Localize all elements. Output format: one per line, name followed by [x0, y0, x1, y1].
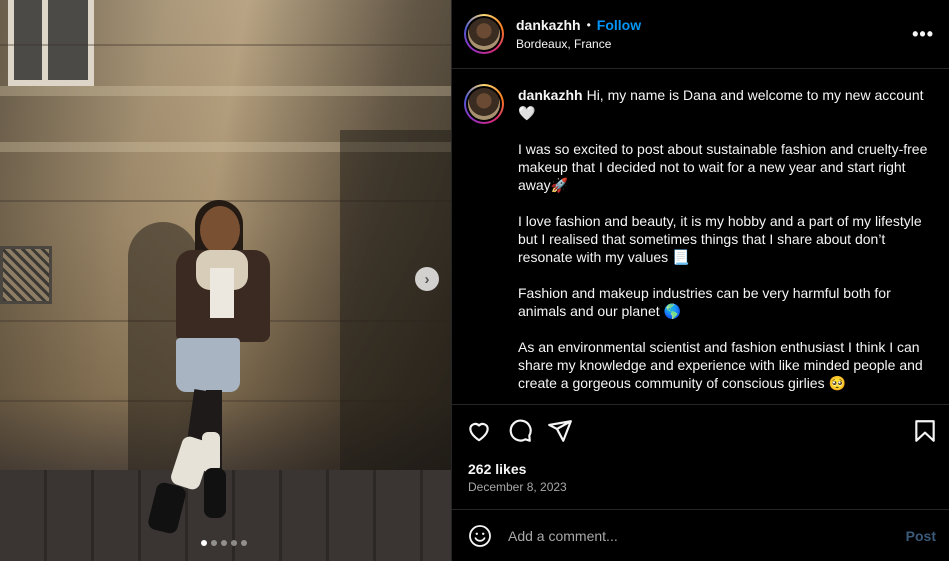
chevron-right-icon: ›: [424, 270, 430, 288]
person-head: [200, 206, 240, 254]
person-sock: [202, 432, 220, 472]
stone-joint: [0, 44, 451, 46]
share-icon[interactable]: [547, 418, 573, 444]
post-comment-button[interactable]: Post: [906, 528, 936, 544]
more-options-icon[interactable]: •••: [912, 24, 934, 45]
wall-pilaster: [340, 130, 451, 490]
post-header: dankazhh • Follow Bordeaux, France •••: [452, 0, 949, 69]
carousel-dot: [211, 540, 217, 546]
comment-input[interactable]: [508, 524, 868, 548]
carousel-dot: [201, 540, 207, 546]
username-link[interactable]: dankazhh: [516, 17, 581, 33]
carousel-dot: [241, 540, 247, 546]
comments-section[interactable]: dankazhh Hi, my name is Dana and welcome …: [452, 70, 949, 405]
iron-vent: [0, 246, 52, 304]
person-skirt: [176, 338, 240, 392]
heart-icon[interactable]: [466, 418, 492, 444]
post-caption: dankazhh Hi, my name is Dana and welcome …: [518, 86, 928, 392]
avatar[interactable]: [464, 84, 504, 124]
comment-bar: Post: [452, 509, 949, 561]
follow-button[interactable]: Follow: [597, 17, 641, 33]
location-link[interactable]: Bordeaux, France: [516, 37, 611, 51]
caption-username[interactable]: dankazhh: [518, 87, 583, 103]
likes-count[interactable]: 262 likes: [468, 461, 526, 477]
carousel-next-button[interactable]: ›: [415, 267, 439, 291]
post-photo[interactable]: ›: [0, 0, 451, 561]
bookmark-icon[interactable]: [912, 418, 938, 444]
emoji-icon[interactable]: [468, 524, 492, 548]
comment-icon[interactable]: [507, 418, 533, 444]
building-window: [8, 0, 94, 86]
person-boot: [204, 468, 226, 518]
post-sidebar: dankazhh • Follow Bordeaux, France ••• d…: [451, 0, 949, 561]
avatar[interactable]: [464, 14, 504, 54]
stone-ledge: [0, 86, 451, 96]
person-shirt: [210, 268, 234, 318]
separator-dot: •: [586, 18, 591, 32]
carousel-dot: [221, 540, 227, 546]
carousel-dot: [231, 540, 237, 546]
carousel-indicator: [201, 540, 247, 546]
caption-text: Hi, my name is Dana and welcome to my ne…: [518, 87, 928, 391]
action-bar: [452, 406, 949, 456]
post-date[interactable]: December 8, 2023: [468, 480, 567, 494]
